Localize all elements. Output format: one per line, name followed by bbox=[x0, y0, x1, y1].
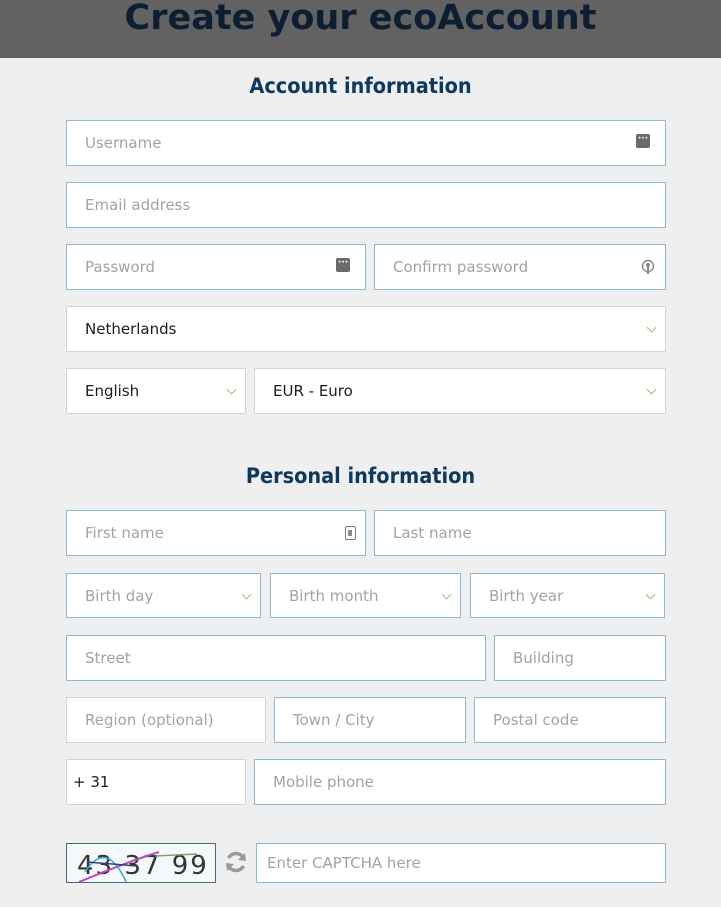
refresh-icon[interactable] bbox=[224, 850, 248, 874]
country-select[interactable]: Netherlands bbox=[66, 306, 666, 352]
building-input[interactable] bbox=[513, 649, 665, 667]
account-information-heading: Account information bbox=[249, 74, 472, 98]
language-selected-value: English bbox=[85, 382, 140, 400]
country-selected-value: Netherlands bbox=[85, 320, 177, 338]
postal-code-field[interactable] bbox=[474, 697, 666, 743]
street-field[interactable] bbox=[66, 635, 486, 681]
region-input[interactable] bbox=[85, 711, 265, 729]
first-name-field[interactable] bbox=[66, 510, 366, 556]
chevron-down-icon bbox=[645, 589, 656, 600]
birth-month-select[interactable]: Birth month bbox=[270, 573, 461, 618]
captcha-input[interactable] bbox=[267, 854, 665, 872]
password-field[interactable]: ··· bbox=[66, 244, 366, 290]
first-name-input[interactable] bbox=[85, 524, 365, 542]
chevron-down-icon bbox=[646, 384, 657, 395]
birth-month-placeholder: Birth month bbox=[289, 586, 379, 605]
currency-selected-value: EUR - Euro bbox=[273, 382, 353, 400]
captcha-field[interactable] bbox=[256, 843, 666, 883]
postal-code-input[interactable] bbox=[493, 711, 665, 729]
chevron-down-icon bbox=[441, 589, 452, 600]
street-input[interactable] bbox=[85, 649, 485, 667]
last-name-field[interactable] bbox=[374, 510, 666, 556]
password-input[interactable] bbox=[85, 258, 365, 276]
chevron-down-icon bbox=[241, 589, 252, 600]
username-input[interactable] bbox=[85, 134, 665, 152]
chevron-down-icon bbox=[226, 384, 237, 395]
key-icon[interactable] bbox=[641, 259, 655, 275]
birth-day-placeholder: Birth day bbox=[85, 586, 154, 605]
email-input[interactable] bbox=[85, 196, 665, 214]
username-field[interactable]: ··· bbox=[66, 120, 666, 166]
confirm-password-field[interactable] bbox=[374, 244, 666, 290]
phone-prefix-field[interactable]: + 31 bbox=[66, 759, 246, 805]
confirm-password-input[interactable] bbox=[393, 258, 665, 276]
page-header: Create your ecoAccount bbox=[0, 0, 721, 58]
currency-select[interactable]: EUR - Euro bbox=[254, 368, 666, 414]
language-select[interactable]: English bbox=[66, 368, 246, 414]
mobile-phone-field[interactable] bbox=[254, 759, 666, 805]
last-name-input[interactable] bbox=[393, 524, 665, 542]
town-field[interactable] bbox=[274, 697, 466, 743]
birth-year-placeholder: Birth year bbox=[489, 586, 564, 605]
email-field[interactable] bbox=[66, 182, 666, 228]
chevron-down-icon bbox=[646, 322, 657, 333]
personal-information-heading: Personal information bbox=[245, 464, 476, 488]
captcha-image: 43 37 99 bbox=[66, 843, 216, 883]
mobile-phone-input[interactable] bbox=[273, 773, 665, 791]
town-input[interactable] bbox=[293, 711, 465, 729]
contact-card-icon[interactable] bbox=[345, 526, 356, 540]
page-title: Create your ecoAccount bbox=[124, 0, 597, 38]
birth-year-select[interactable]: Birth year bbox=[470, 573, 665, 618]
phone-prefix-value: + 31 bbox=[73, 773, 110, 791]
captcha-text: 43 37 99 bbox=[77, 851, 209, 881]
building-field[interactable] bbox=[494, 635, 666, 681]
password-manager-icon[interactable]: ··· bbox=[636, 134, 650, 148]
region-field[interactable] bbox=[66, 697, 266, 743]
password-manager-icon[interactable]: ··· bbox=[336, 258, 350, 272]
birth-day-select[interactable]: Birth day bbox=[66, 573, 261, 618]
